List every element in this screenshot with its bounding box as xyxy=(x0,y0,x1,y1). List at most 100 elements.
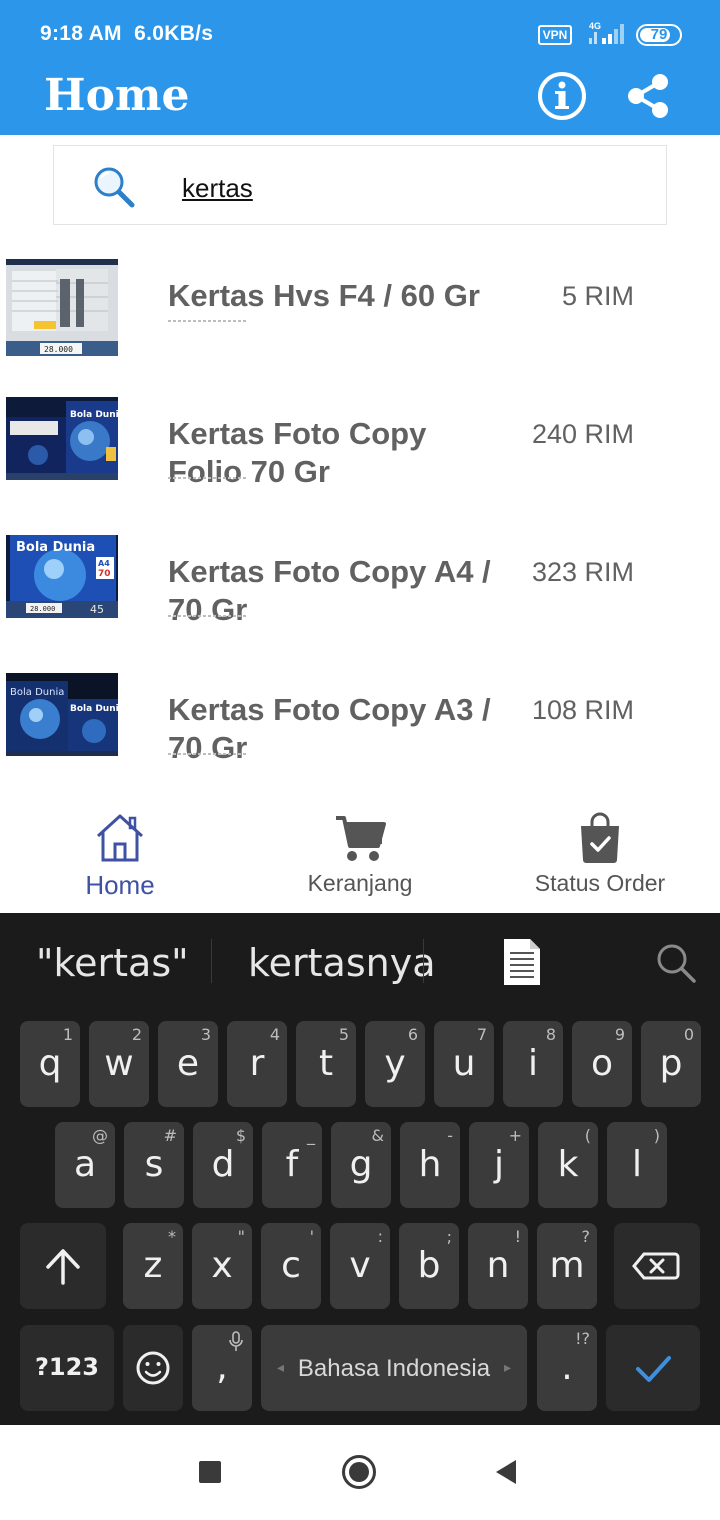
product-row[interactable]: Bola Dunia Kertas Foto Copy Folio 70 Gr … xyxy=(0,397,720,507)
key-letter: k xyxy=(557,1144,579,1185)
key-hint: $ xyxy=(235,1126,246,1145)
product-name: Kertas Hvs F4 / 60 Gr xyxy=(168,278,480,313)
key-letter: u xyxy=(452,1043,476,1084)
comma-key[interactable]: , xyxy=(192,1325,252,1411)
key-hint: _ xyxy=(307,1126,315,1145)
svg-text:A4: A4 xyxy=(98,559,110,568)
key-hint: ( xyxy=(584,1126,591,1145)
key-u[interactable]: u7 xyxy=(434,1021,494,1107)
svg-text:45: 45 xyxy=(90,603,104,616)
app-header: 9:18 AM 6.0KB/s VPN 4G 79 Home xyxy=(0,0,720,135)
key-z[interactable]: z * xyxy=(123,1223,183,1309)
key-i[interactable]: i8 xyxy=(503,1021,563,1107)
key-hint: 6 xyxy=(407,1025,418,1044)
key-letter: b xyxy=(417,1245,441,1286)
key-letter: i xyxy=(527,1043,538,1084)
page-title: Home xyxy=(44,70,190,121)
product-row[interactable]: Bola Dunia Bola Dunia Kertas Foto Copy A… xyxy=(0,673,720,783)
info-button[interactable] xyxy=(536,70,588,122)
key-s[interactable]: s # xyxy=(124,1122,184,1208)
battery-indicator: 79 xyxy=(636,24,682,46)
key-h[interactable]: h- xyxy=(400,1122,460,1208)
key-hint: 7 xyxy=(476,1025,487,1044)
product-row[interactable]: Bola Dunia A4 70 28.000 45 Kertas Foto C… xyxy=(0,535,720,645)
nav-item-keranjang[interactable]: Keranjang xyxy=(240,800,480,913)
bottom-navigation: Home Keranjang Status Order xyxy=(0,800,720,913)
back-triangle-icon[interactable] xyxy=(494,1459,518,1485)
product-row[interactable]: 28.000 Kertas Hvs F4 / 60 Gr 5 RIM xyxy=(0,259,720,369)
search-box[interactable] xyxy=(53,145,667,225)
symbols-key[interactable]: ?123 xyxy=(20,1325,114,1411)
suggestion-item[interactable]: kertasnya xyxy=(248,941,436,985)
suggestion-strip: "kertas" kertasnya xyxy=(0,913,720,1013)
period-key[interactable]: . !? xyxy=(537,1325,597,1411)
key-v[interactable]: v: xyxy=(330,1223,390,1309)
suggestion-item[interactable]: "kertas" xyxy=(36,941,189,985)
key-j[interactable]: j + xyxy=(469,1122,529,1208)
key-hint: ! xyxy=(514,1227,521,1246)
key-x[interactable]: x " xyxy=(192,1223,252,1309)
key-letter: p xyxy=(659,1043,683,1084)
emoji-key[interactable] xyxy=(123,1325,183,1411)
key-hint: 0 xyxy=(683,1025,694,1044)
key-d[interactable]: d $ xyxy=(193,1122,253,1208)
key-letter: r xyxy=(249,1043,265,1084)
key-hint: @ xyxy=(92,1126,108,1145)
checkmark-icon xyxy=(636,1356,671,1382)
key-hint: * xyxy=(168,1227,176,1246)
key-l[interactable]: l) xyxy=(607,1122,667,1208)
keyboard-search-icon[interactable] xyxy=(654,941,698,985)
key-q[interactable]: q1 xyxy=(20,1021,80,1107)
home-circle-icon[interactable] xyxy=(341,1454,377,1490)
backspace-key[interactable] xyxy=(614,1223,700,1309)
nav-item-status-order[interactable]: Status Order xyxy=(480,800,720,913)
product-thumbnail: Bola Dunia A4 70 28.000 45 xyxy=(6,535,118,632)
product-thumbnail: 28.000 xyxy=(6,259,118,356)
svg-text:Bola Dunia: Bola Dunia xyxy=(70,704,118,714)
clipboard-document-icon[interactable] xyxy=(500,937,542,987)
key-letter: t xyxy=(318,1043,334,1084)
key-t[interactable]: t5 xyxy=(296,1021,356,1107)
key-hint: # xyxy=(163,1126,177,1145)
key-letter: s xyxy=(144,1144,164,1185)
mic-hint-icon xyxy=(229,1331,243,1351)
soft-keyboard: "kertas" kertasnya ?123 , ◂ Bahasa Indon… xyxy=(0,913,720,1425)
key-hint: ; xyxy=(446,1227,452,1246)
key-letter: l xyxy=(631,1144,642,1185)
svg-text:Bola Dunia: Bola Dunia xyxy=(10,687,64,698)
key-r[interactable]: r4 xyxy=(227,1021,287,1107)
key-o[interactable]: o9 xyxy=(572,1021,632,1107)
key-k[interactable]: k( xyxy=(538,1122,598,1208)
svg-text:Bola Dunia: Bola Dunia xyxy=(70,410,118,420)
search-input[interactable] xyxy=(182,168,622,208)
product-quantity: 240 RIM xyxy=(531,419,634,449)
key-letter: g xyxy=(349,1144,373,1185)
space-key[interactable]: ◂ Bahasa Indonesia ▸ xyxy=(261,1325,527,1411)
key-p[interactable]: p0 xyxy=(641,1021,701,1107)
share-button[interactable] xyxy=(622,70,674,122)
key-letter: y xyxy=(384,1043,406,1084)
key-letter: a xyxy=(73,1144,97,1185)
key-e[interactable]: e3 xyxy=(158,1021,218,1107)
key-b[interactable]: b; xyxy=(399,1223,459,1309)
recents-square-icon[interactable] xyxy=(198,1460,222,1484)
key-a[interactable]: a @ xyxy=(55,1122,115,1208)
key-g[interactable]: g & xyxy=(331,1122,391,1208)
cart-icon xyxy=(336,816,386,861)
key-w[interactable]: w2 xyxy=(89,1021,149,1107)
emoji-smiley-icon xyxy=(136,1351,170,1385)
product-quantity: 108 RIM xyxy=(531,695,634,725)
shift-key[interactable] xyxy=(20,1223,106,1309)
key-letter: c xyxy=(281,1245,301,1286)
key-m[interactable]: m? xyxy=(537,1223,597,1309)
status-time-and-speed: 9:18 AM 6.0KB/s xyxy=(40,22,214,45)
key-letter: w xyxy=(104,1043,134,1084)
key-letter: h xyxy=(418,1144,442,1185)
enter-key[interactable] xyxy=(606,1325,700,1411)
nav-item-home[interactable]: Home xyxy=(0,800,240,913)
key-y[interactable]: y6 xyxy=(365,1021,425,1107)
key-c[interactable]: c ' xyxy=(261,1223,321,1309)
product-quantity: 323 RIM xyxy=(531,557,634,587)
key-f[interactable]: f _ xyxy=(262,1122,322,1208)
key-n[interactable]: n! xyxy=(468,1223,528,1309)
